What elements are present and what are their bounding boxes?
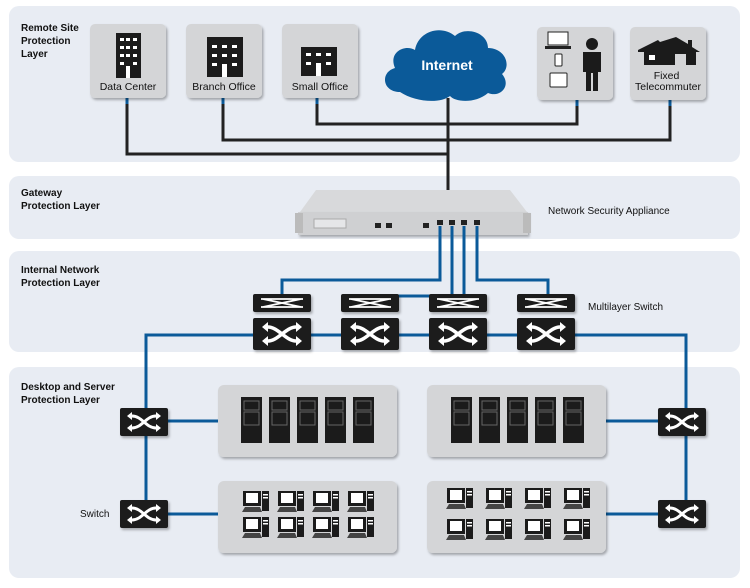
network-security-diagram: Remote Site Protection Layer Gateway Pro… [9,6,740,578]
multilayer-switch-label: Multilayer Switch [588,302,663,313]
switch-left-top [118,406,170,438]
server-group-left [218,385,397,457]
network-security-appliance [295,190,531,235]
branch-office-label: Branch Office [192,81,256,93]
branch-office-site: Branch Office [186,24,262,98]
building-icon [207,37,243,77]
small-office-site: Small Office [282,24,358,98]
data-center-label: Data Center [100,81,157,93]
mobile-user-site [537,27,613,100]
switch-right-bottom [656,498,708,530]
switch-label: Switch [80,509,109,520]
multilayer-switch-4 [515,293,577,352]
small-office-label: Small Office [292,81,349,93]
desktop-group-left [218,481,397,553]
server-group-right [427,385,606,457]
data-center-site: Data Center [90,24,166,98]
multilayer-switch-2 [339,293,401,352]
multilayer-switch-3 [427,293,489,352]
building-icon [301,47,337,76]
desktop-group-right [427,481,606,553]
switch-right-top [656,406,708,438]
phone-icon [554,53,563,67]
laptop-icon [545,31,571,49]
multilayer-switch-1 [251,293,313,352]
appliance-label: Network Security Appliance [548,206,670,217]
switch-left-bottom [118,498,170,530]
tablet-icon [549,72,568,88]
building-icon [116,33,141,78]
internet-label: Internet [421,57,473,73]
telecommuter-site: Fixed Telecommuter [630,27,706,100]
